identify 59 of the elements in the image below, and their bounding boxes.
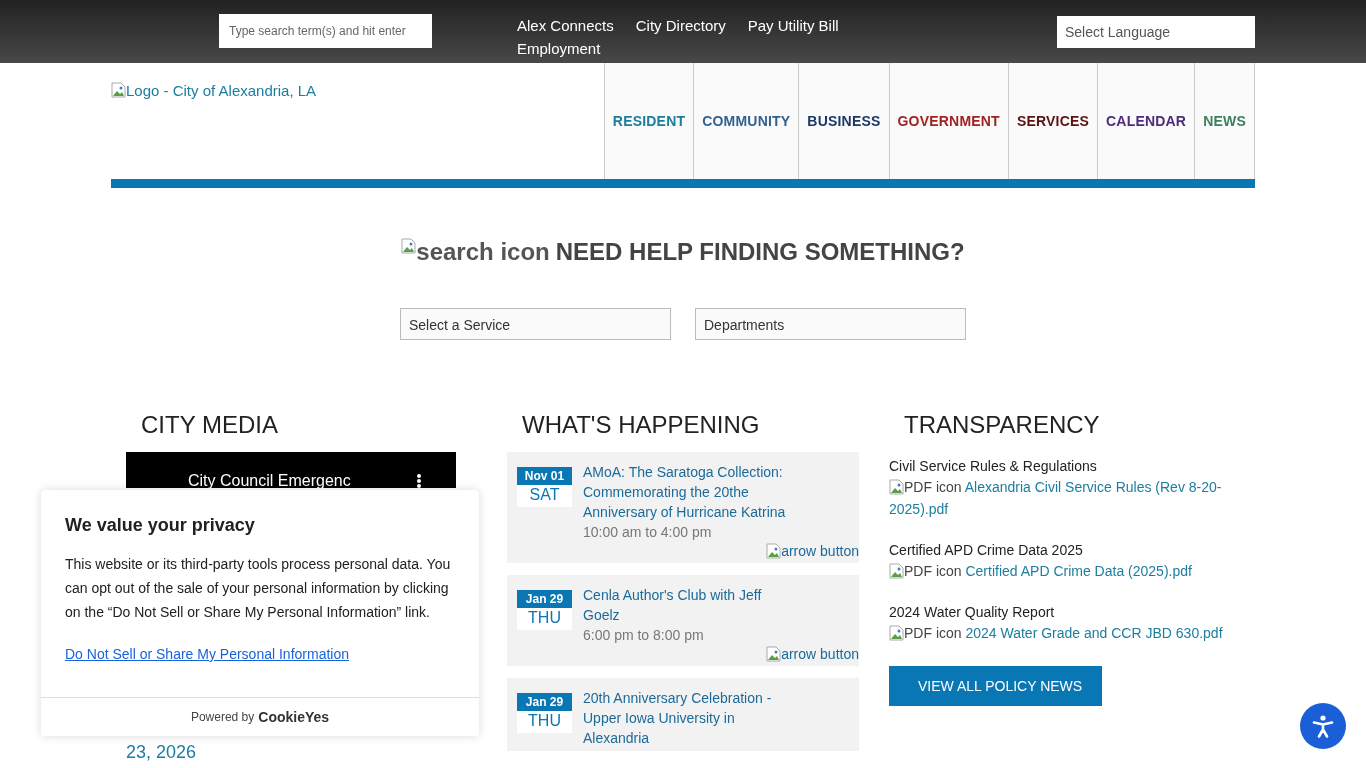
accessibility-icon xyxy=(1311,714,1335,738)
broken-image-icon xyxy=(111,82,126,98)
privacy-link[interactable]: Do Not Sell or Share My Personal Information xyxy=(65,646,349,662)
brand-logo: CookieYes xyxy=(258,709,330,725)
video-player[interactable]: City Council Emergenc xyxy=(126,452,456,488)
section-title: WHAT'S HAPPENING xyxy=(522,410,761,440)
event-date: Jan 29 xyxy=(517,693,572,711)
document-heading: 2024 Water Quality Report xyxy=(889,603,1056,622)
event-time: 10:00 am to 4:00 pm xyxy=(583,523,713,542)
cookie-title: We value your privacy xyxy=(65,515,256,536)
more-options-icon xyxy=(417,474,421,488)
event-title[interactable]: 20th Anniversary Celebration - Upper Iowa University in Alexandria xyxy=(583,688,798,748)
language-select[interactable]: Select Language xyxy=(1057,16,1255,48)
document-link[interactable]: PDF icon 2024 Water Grade and CCR JBD 630.pdf xyxy=(889,622,1229,644)
broken-image-icon xyxy=(766,543,782,559)
event-weekday: THU xyxy=(517,711,572,733)
video-link[interactable]: 23, 2026 xyxy=(126,742,456,763)
event-weekday: SAT xyxy=(517,485,572,507)
top-link[interactable]: City Directory xyxy=(635,17,726,35)
event-date: Jan 29 xyxy=(517,590,572,608)
accessibility-button[interactable] xyxy=(1300,703,1346,749)
top-link[interactable]: Alex Connects xyxy=(517,17,614,35)
arrow-link[interactable]: arrow button xyxy=(766,542,859,560)
arrow-link[interactable]: arrow button xyxy=(766,645,859,663)
event-title[interactable]: Cenla Author's Club with Jeff Goelz xyxy=(583,585,798,625)
event-weekday: THU xyxy=(517,608,572,630)
broken-image-icon xyxy=(889,563,904,579)
top-link[interactable]: Employment xyxy=(517,40,601,58)
event-title[interactable]: AMoA: The Saratoga Collection: Commemorating the 20the Anniversary of Hurricane Katrina xyxy=(583,462,798,522)
logo-link[interactable]: Logo - City of Alexandria, LA xyxy=(111,81,317,99)
broken-image-icon xyxy=(401,238,417,254)
broken-image-icon xyxy=(889,479,904,495)
nav-item[interactable]: COMMUNITY xyxy=(693,63,799,179)
powered-by-text: Powered by xyxy=(190,710,255,724)
document-heading: Certified APD Crime Data 2025 xyxy=(889,541,1084,560)
section-title: TRANSPARENCY xyxy=(904,410,1101,440)
nav-item[interactable]: NEWS xyxy=(1194,63,1255,179)
document-heading: Civil Service Rules & Regulations xyxy=(889,457,1098,476)
nav-item[interactable]: CALENDAR xyxy=(1097,63,1195,179)
section-title: CITY MEDIA xyxy=(141,410,279,440)
cookie-text: This website or its third-party tools process personal data. You can opt out of the sale of your personal information by clicking on the “Do Not Sell or Share My Personal Information” link. xyxy=(65,555,452,622)
document-link[interactable]: PDF icon Alexandria Civil Service Rules (Rev 8-20-2025).pdf xyxy=(889,476,1229,520)
nav-item[interactable]: RESIDENT xyxy=(603,63,694,179)
view-all-button[interactable]: VIEW ALL POLICY NEWS xyxy=(889,666,1103,706)
nav-item[interactable]: BUSINESS xyxy=(798,63,889,179)
select-field[interactable]: Select a Service xyxy=(400,308,671,340)
top-link[interactable]: Pay Utility Bill xyxy=(747,17,839,35)
search-field[interactable]: Type search term(s) and hit enter xyxy=(219,14,432,48)
select-field[interactable]: Departments xyxy=(695,308,966,340)
image-alt-text: search icon xyxy=(401,238,550,266)
event-time: 6:00 pm to 8:00 pm xyxy=(583,626,705,645)
nav-item[interactable]: SERVICES xyxy=(1007,63,1098,179)
video-title: City Council Emergenc xyxy=(188,472,351,490)
broken-image-icon xyxy=(889,625,904,641)
event-date: Nov 01 xyxy=(517,467,572,485)
nav-item[interactable]: GOVERNMENT xyxy=(888,63,1008,179)
document-link[interactable]: PDF icon Certified APD Crime Data (2025).pdf xyxy=(889,560,1229,582)
broken-image-icon xyxy=(766,646,782,662)
help-heading: NEED HELP FINDING SOMETHING? xyxy=(555,238,965,266)
